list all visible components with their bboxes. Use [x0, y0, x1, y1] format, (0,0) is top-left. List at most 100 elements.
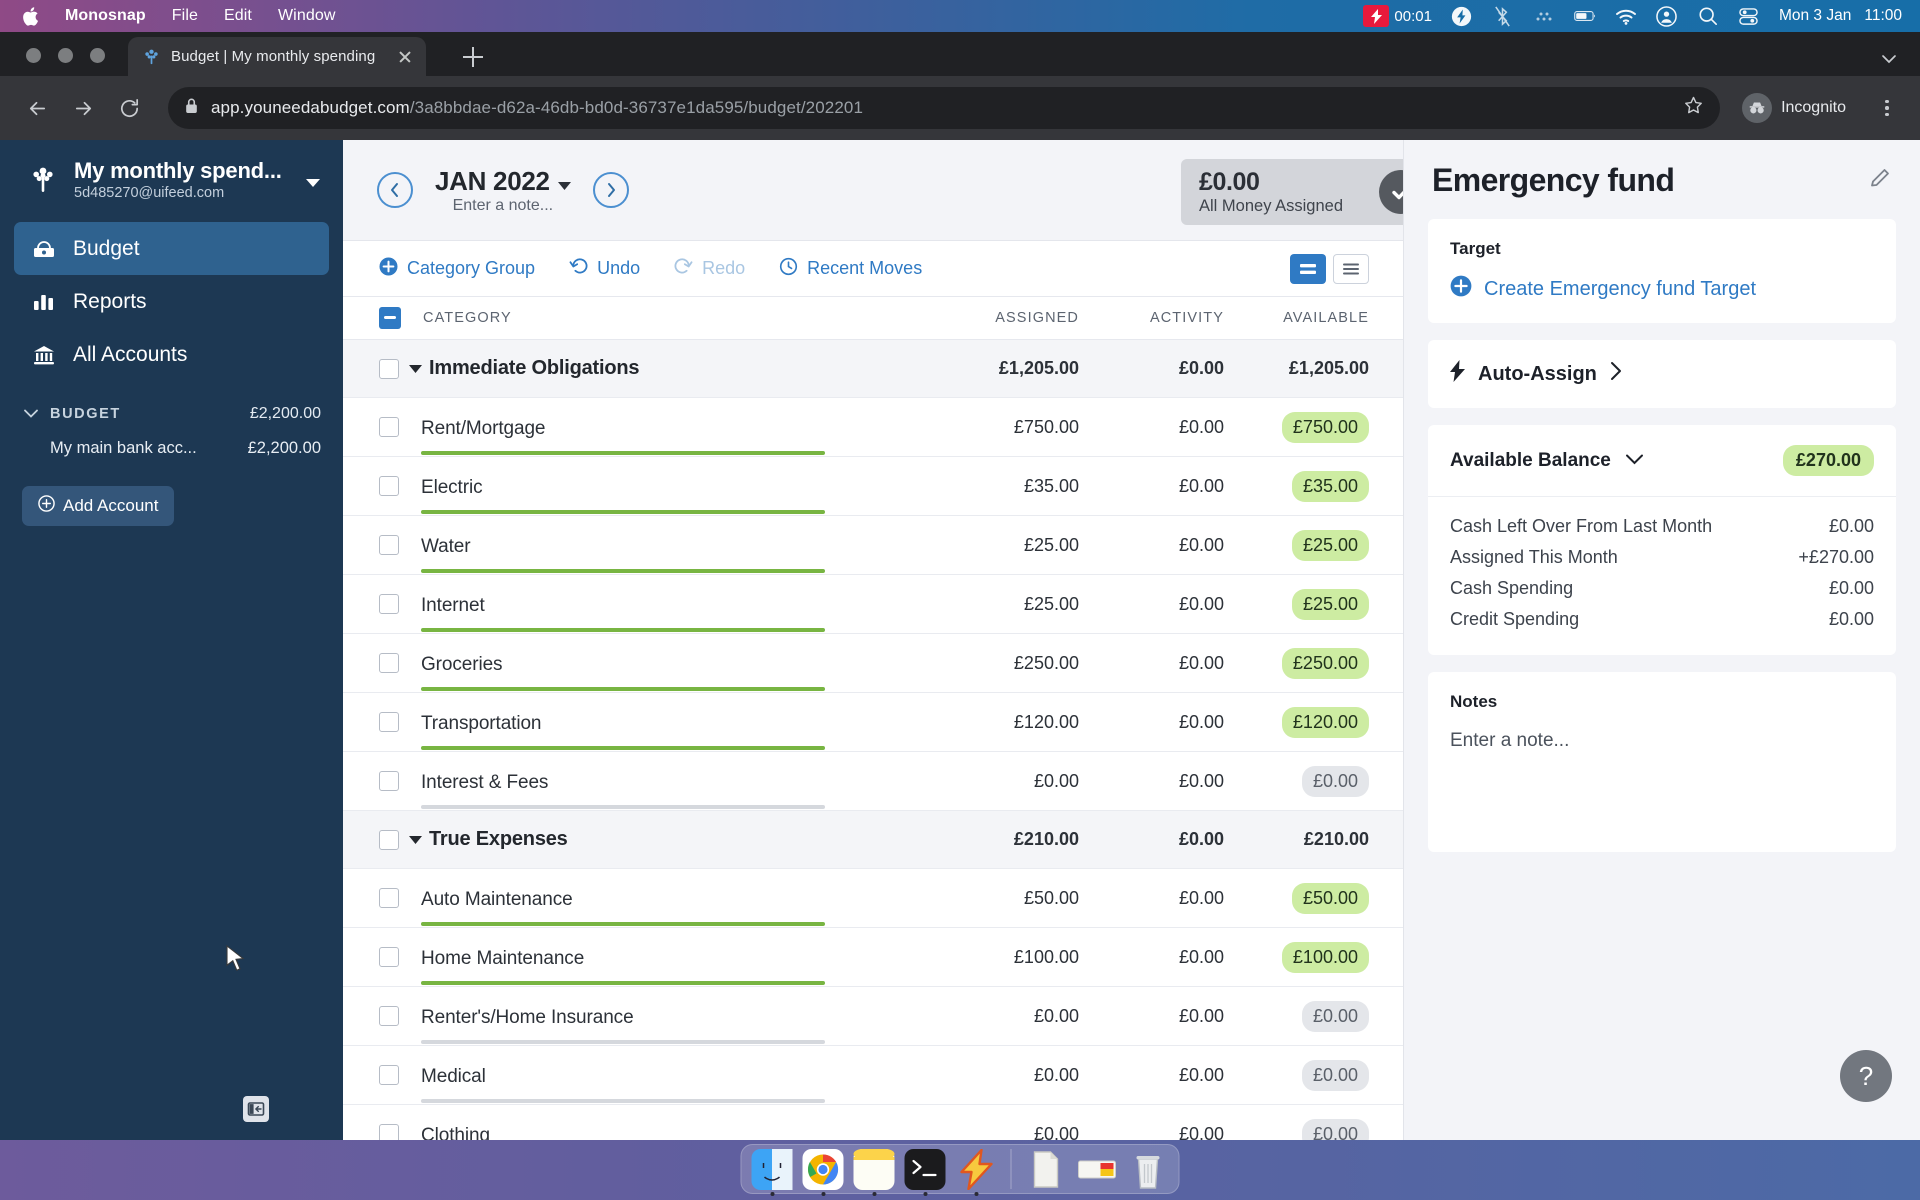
assigned-cell[interactable]: £100.00: [934, 947, 1079, 968]
available-cell[interactable]: £50.00: [1224, 882, 1369, 914]
row-checkbox[interactable]: [379, 888, 399, 908]
row-checkbox[interactable]: [379, 417, 399, 437]
category-row[interactable]: Transportation £120.00 £0.00 £120.00: [343, 693, 1403, 752]
sidebar-item-budget[interactable]: Budget: [14, 222, 329, 275]
category-name-cell[interactable]: Clothing: [421, 1121, 934, 1140]
category-name-cell[interactable]: Auto Maintenance: [421, 885, 934, 926]
user-circle-icon[interactable]: [1656, 5, 1678, 27]
row-checkbox[interactable]: [379, 1006, 399, 1026]
category-group-row[interactable]: True Expenses £210.00 £0.00 £210.00: [343, 811, 1403, 869]
row-checkbox[interactable]: [379, 829, 399, 850]
category-name-cell[interactable]: Medical: [421, 1062, 934, 1103]
incognito-profile-button[interactable]: Incognito: [1742, 93, 1852, 123]
activity-cell[interactable]: £0.00: [1079, 535, 1224, 556]
minimize-window-button[interactable]: [58, 48, 73, 63]
assigned-cell[interactable]: £210.00: [934, 829, 1079, 850]
finder-icon[interactable]: [751, 1148, 793, 1196]
assigned-cell[interactable]: £120.00: [934, 712, 1079, 733]
reload-icon[interactable]: [110, 89, 148, 127]
category-name-cell[interactable]: Home Maintenance: [421, 944, 934, 985]
assigned-cell[interactable]: £35.00: [934, 476, 1079, 497]
category-row[interactable]: Medical £0.00 £0.00 £0.00: [343, 1046, 1403, 1105]
wifi-icon[interactable]: [1615, 5, 1637, 27]
sidebar-item-all-accounts[interactable]: All Accounts: [14, 328, 329, 381]
caret-down-icon[interactable]: [305, 167, 323, 193]
collapse-sidebar-button[interactable]: [243, 1096, 269, 1122]
monosnap-icon[interactable]: [956, 1148, 997, 1196]
category-name-cell[interactable]: Electric: [421, 473, 934, 514]
activity-cell[interactable]: £0.00: [1079, 594, 1224, 615]
row-checkbox[interactable]: [379, 535, 399, 555]
pencil-icon[interactable]: [1868, 166, 1892, 195]
dots-icon[interactable]: [1533, 5, 1555, 27]
address-bar[interactable]: app.youneedabudget.com/3a8bbdae-d62a-46d…: [168, 87, 1721, 129]
maximize-window-button[interactable]: [90, 48, 105, 63]
assigned-cell[interactable]: £0.00: [934, 1065, 1079, 1086]
recent-moves-button[interactable]: Recent Moves: [779, 257, 922, 281]
activity-cell[interactable]: £0.00: [1079, 1006, 1224, 1027]
row-checkbox[interactable]: [379, 712, 399, 732]
trash-icon[interactable]: [1128, 1149, 1169, 1190]
view-compact-icon[interactable]: [1290, 253, 1326, 284]
sidebar-account-row[interactable]: My main bank acc... £2,200.00: [0, 429, 343, 468]
activity-cell[interactable]: £0.00: [1079, 947, 1224, 968]
stickies-icon[interactable]: [1077, 1149, 1118, 1190]
activity-cell[interactable]: £0.00: [1079, 1124, 1224, 1141]
category-name-cell[interactable]: Transportation: [421, 709, 934, 750]
assigned-cell[interactable]: £0.00: [934, 1124, 1079, 1141]
help-question-icon[interactable]: ?: [1840, 1050, 1892, 1102]
assigned-cell[interactable]: £50.00: [934, 888, 1079, 909]
apple-logo-icon[interactable]: [22, 6, 39, 26]
assigned-cell[interactable]: £25.00: [934, 535, 1079, 556]
category-row[interactable]: Internet £25.00 £0.00 £25.00: [343, 575, 1403, 634]
bolt-icon[interactable]: [1451, 5, 1473, 27]
activity-cell[interactable]: £0.00: [1079, 829, 1224, 850]
category-name-cell[interactable]: Rent/Mortgage: [421, 414, 934, 455]
menu-window[interactable]: Window: [278, 7, 336, 25]
control-center-icon[interactable]: [1738, 5, 1760, 27]
month-note-input[interactable]: Enter a note...: [453, 197, 554, 214]
assigned-cell[interactable]: £250.00: [934, 653, 1079, 674]
indeterminate-checkbox-icon[interactable]: [379, 307, 401, 329]
document-icon[interactable]: [1026, 1149, 1067, 1190]
activity-cell[interactable]: £0.00: [1079, 653, 1224, 674]
assigned-cell[interactable]: £0.00: [934, 1006, 1079, 1027]
sidebar-item-reports[interactable]: Reports: [14, 275, 329, 328]
plus-icon[interactable]: [460, 44, 486, 70]
close-icon[interactable]: [394, 46, 416, 68]
row-checkbox[interactable]: [379, 358, 399, 379]
auto-assign-card[interactable]: Auto-Assign: [1428, 340, 1896, 408]
category-row[interactable]: Clothing £0.00 £0.00 £0.00: [343, 1105, 1403, 1140]
arrow-right-icon[interactable]: [64, 89, 102, 127]
terminal-icon[interactable]: [904, 1148, 946, 1196]
category-row[interactable]: Auto Maintenance £50.00 £0.00 £50.00: [343, 869, 1403, 928]
row-checkbox[interactable]: [379, 653, 399, 673]
activity-cell[interactable]: £0.00: [1079, 888, 1224, 909]
activity-cell[interactable]: £0.00: [1079, 1065, 1224, 1086]
recording-timer[interactable]: 00:01: [1363, 5, 1432, 27]
available-cell[interactable]: £35.00: [1224, 470, 1369, 502]
category-name-cell[interactable]: Water: [421, 532, 934, 573]
notes-icon[interactable]: [853, 1148, 895, 1196]
caret-down-icon[interactable]: [409, 831, 423, 849]
add-account-button[interactable]: Add Account: [22, 486, 175, 526]
undo-button[interactable]: Undo: [569, 257, 640, 281]
available-cell[interactable]: £0.00: [1224, 765, 1369, 797]
view-list-icon[interactable]: [1333, 253, 1369, 284]
window-traffic-lights[interactable]: [26, 48, 105, 63]
assigned-cell[interactable]: £1,205.00: [934, 358, 1079, 379]
menu-file[interactable]: File: [172, 7, 198, 25]
chevron-down-icon[interactable]: [1880, 50, 1898, 73]
assigned-cell[interactable]: £750.00: [934, 417, 1079, 438]
category-row[interactable]: Rent/Mortgage £750.00 £0.00 £750.00: [343, 398, 1403, 457]
menu-app-name[interactable]: Monosnap: [65, 7, 146, 25]
bluetooth-off-icon[interactable]: [1492, 5, 1514, 27]
activity-cell[interactable]: £0.00: [1079, 476, 1224, 497]
category-row[interactable]: Interest & Fees £0.00 £0.00 £0.00: [343, 752, 1403, 811]
activity-cell[interactable]: £0.00: [1079, 358, 1224, 379]
caret-down-icon[interactable]: [409, 360, 423, 378]
category-name-cell[interactable]: Renter's/Home Insurance: [421, 1003, 934, 1044]
available-cell[interactable]: £250.00: [1224, 647, 1369, 679]
battery-icon[interactable]: [1574, 5, 1596, 27]
budget-switcher[interactable]: My monthly spend... 5d485270@uifeed.com: [0, 140, 343, 216]
